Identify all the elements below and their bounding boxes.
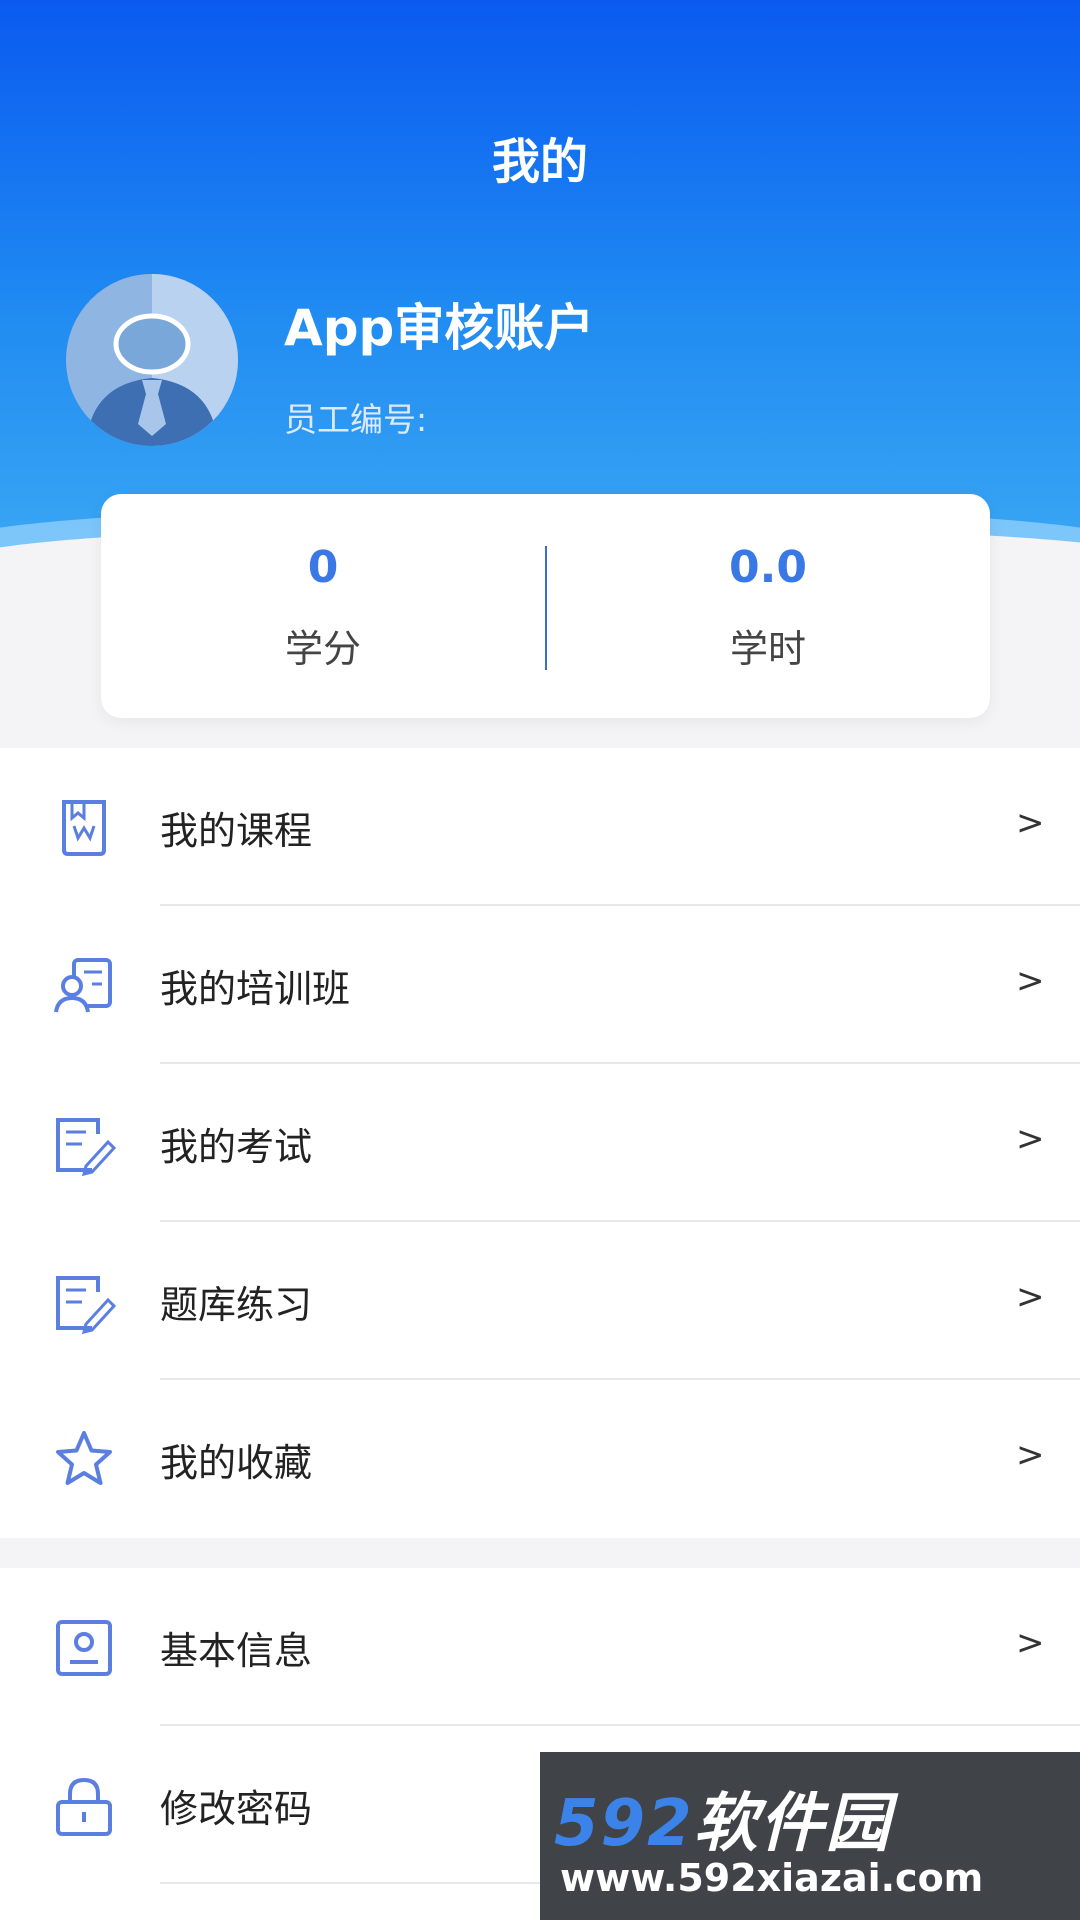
course-book-icon (52, 796, 116, 860)
page-title: 我的 (491, 134, 588, 190)
menu-item-label: 基本信息 (160, 1629, 313, 1673)
menu-item-label: 题库练习 (160, 1283, 313, 1327)
watermark-overlay: 592软件园 www.592xiazai.com (540, 1752, 1080, 1920)
stat-hours-value: 0.0 (729, 542, 807, 593)
menu-item-label: 我的考试 (160, 1125, 313, 1169)
menu-item-question-bank[interactable]: 题库练习 > (0, 1222, 1080, 1380)
profile-card-icon (52, 1616, 116, 1680)
menu-item-label: 我的课程 (160, 809, 313, 853)
chevron-right-icon: > (1016, 961, 1045, 1001)
watermark-brand-text: 软件园 (693, 1787, 892, 1861)
chevron-right-icon: > (1016, 1119, 1045, 1159)
menu-group-learning: 我的课程 > 我的培训班 > 我的考试 > 题库练习 > 我的收藏 > (0, 748, 1080, 1538)
avatar[interactable] (66, 274, 238, 446)
stat-credits[interactable]: 0 学分 (101, 494, 545, 718)
watermark-brand-number: 592 (554, 1787, 694, 1861)
stat-credits-value: 0 (307, 542, 339, 593)
menu-item-label: 修改密码 (160, 1787, 313, 1831)
user-avatar-icon (66, 274, 238, 446)
menu-item-favorites[interactable]: 我的收藏 > (0, 1380, 1080, 1538)
training-class-icon (52, 954, 116, 1018)
stat-hours[interactable]: 0.0 学时 (546, 494, 990, 718)
lock-icon (52, 1774, 116, 1838)
employee-id-label: 员工编号: (284, 400, 428, 439)
star-icon (52, 1428, 116, 1492)
menu-item-my-exams[interactable]: 我的考试 > (0, 1064, 1080, 1222)
practice-edit-icon (52, 1270, 116, 1334)
menu-item-training-class[interactable]: 我的培训班 > (0, 906, 1080, 1064)
watermark-brand: 592软件园 (554, 1772, 1074, 1864)
chevron-right-icon: > (1016, 803, 1045, 843)
chevron-right-icon: > (1016, 1623, 1045, 1663)
menu-item-my-courses[interactable]: 我的课程 > (0, 748, 1080, 906)
chevron-right-icon: > (1016, 1277, 1045, 1317)
menu-item-basic-info[interactable]: 基本信息 > (0, 1568, 1080, 1726)
chevron-right-icon: > (1016, 1435, 1045, 1475)
stat-hours-label: 学时 (729, 627, 806, 671)
menu-item-label: 我的收藏 (160, 1441, 313, 1485)
menu-item-label: 我的培训班 (160, 967, 351, 1011)
username: App审核账户 (284, 299, 595, 357)
stat-credits-label: 学分 (284, 627, 361, 671)
watermark-url: www.592xiazai.com (560, 1856, 984, 1900)
exam-edit-icon (52, 1112, 116, 1176)
stats-card: 0 学分 0.0 学时 (101, 494, 990, 718)
